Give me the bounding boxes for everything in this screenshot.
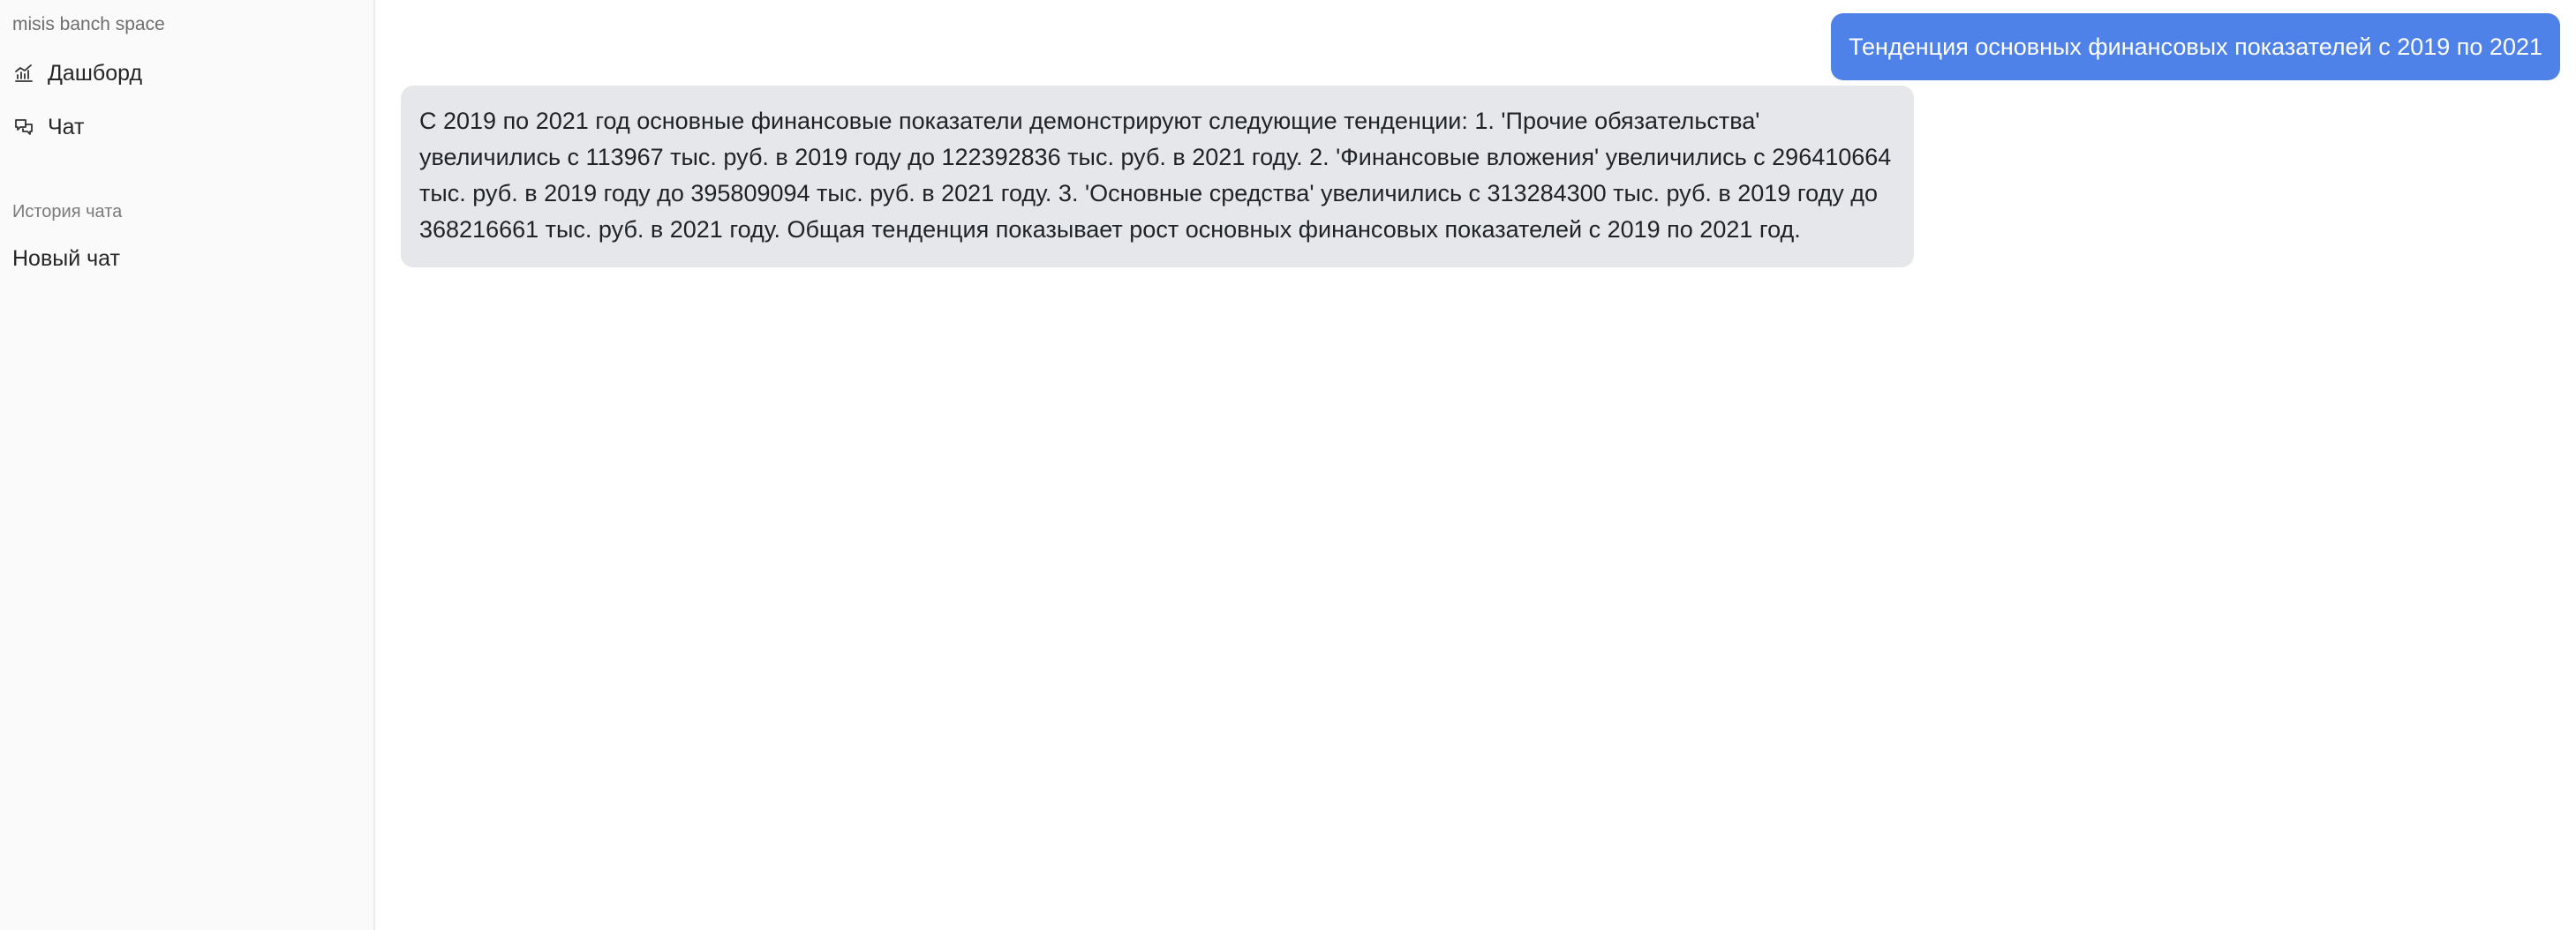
bar-chart-icon	[12, 62, 35, 85]
sidebar-item-chat[interactable]: Чат	[12, 109, 84, 145]
chat-history-title: История чата	[12, 202, 123, 221]
chat-history-item[interactable]: Новый чат	[12, 246, 120, 272]
app-window: misis banch space Дашборд Чат История ча…	[0, 0, 2576, 930]
chat-area: Тенденция основных финансовых показателе…	[375, 0, 2576, 930]
workspace-name: misis banch space	[12, 14, 165, 34]
assistant-message: С 2019 по 2021 год основные финансовые п…	[401, 86, 1914, 267]
user-message: Тенденция основных финансовых показателе…	[1831, 13, 2560, 81]
sidebar: misis banch space Дашборд Чат История ча…	[0, 0, 375, 930]
chat-bubbles-icon	[12, 116, 35, 139]
sidebar-item-label: Чат	[48, 114, 85, 139]
sidebar-item-dashboard[interactable]: Дашборд	[12, 56, 142, 91]
sidebar-item-label: Дашборд	[48, 60, 143, 86]
